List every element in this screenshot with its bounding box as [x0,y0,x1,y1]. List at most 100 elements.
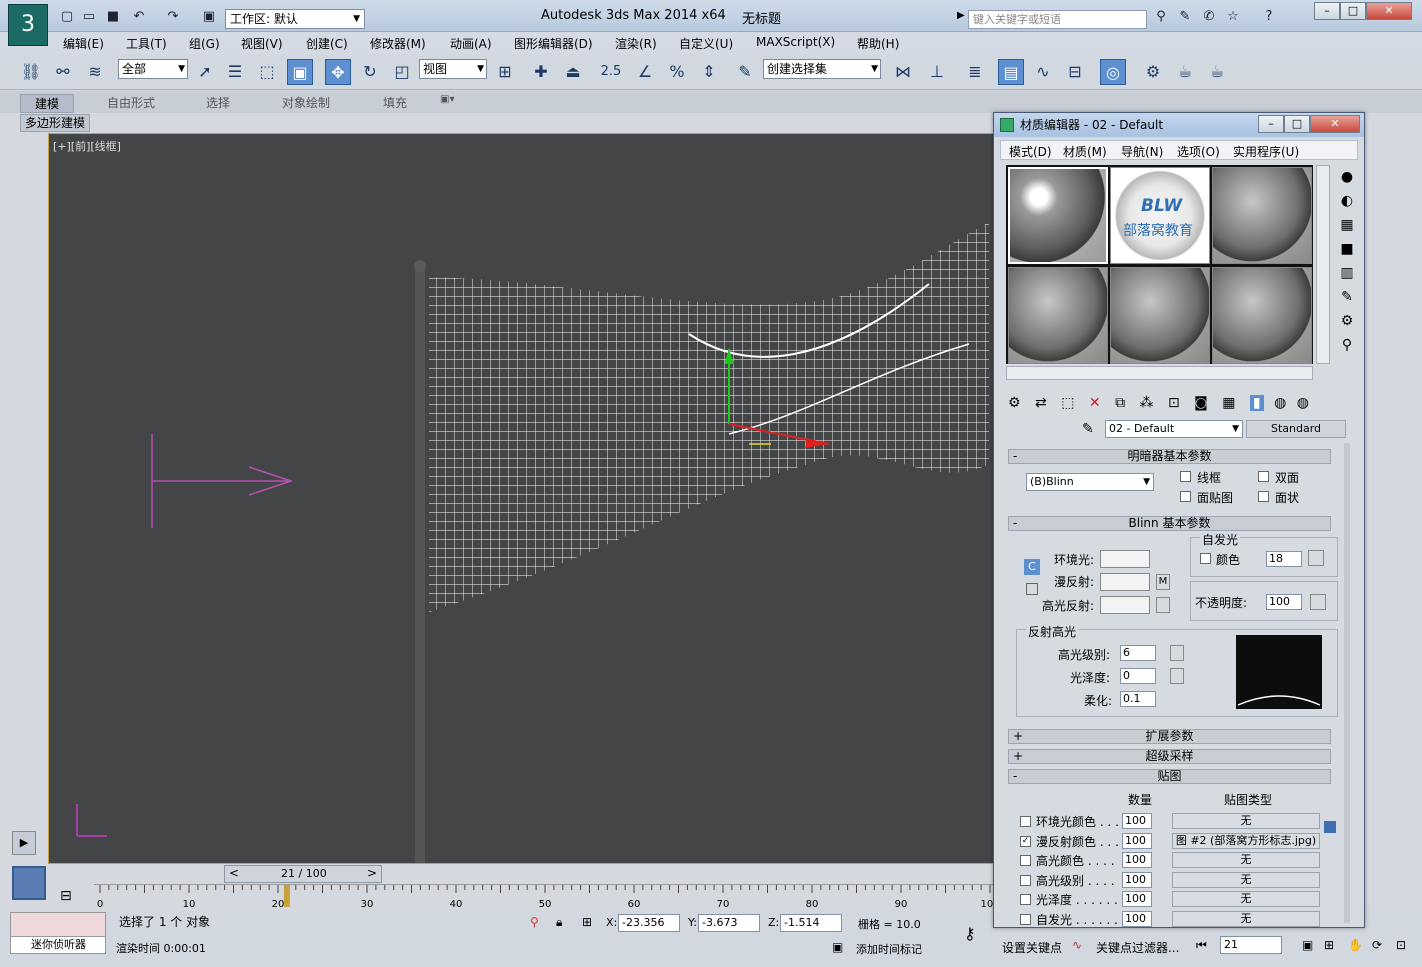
assign-to-selection-icon[interactable]: ⬚ [1061,395,1074,411]
tab-object-paint[interactable]: 对象绘制 [282,94,330,111]
menu-graph-editors[interactable]: 图形编辑器(D) [514,35,593,52]
close-button[interactable]: ✕ [1366,2,1412,20]
map-enable-checkbox[interactable]: ✓ [1020,835,1031,847]
menu-help[interactable]: 帮助(H) [857,35,899,52]
keyboard-shortcut-icon[interactable]: ⏏ [560,59,586,85]
selection-filter-dropdown[interactable]: 全部 ▼ [118,59,188,79]
menu-maxscript[interactable]: MAXScript(X) [756,35,835,49]
specular-map-button[interactable] [1156,597,1170,613]
new-file-icon[interactable]: ▢ [58,9,76,25]
link-icon[interactable]: ⛓ [18,59,44,85]
map-type-button[interactable]: 图 #2 (部落窝方形标志.jpg) [1172,832,1320,849]
ribbon-subtab[interactable]: 多边形建模 [20,114,91,132]
select-object-icon[interactable]: ➚ [192,59,218,85]
maps-rollout-header[interactable]: - 贴图 [1008,769,1331,784]
ribbon-options-icon[interactable]: ▣▾ [440,94,454,105]
front-viewport[interactable]: [+][前][线框] [48,133,998,864]
key-filters-button[interactable]: 关键点过滤器... [1096,939,1179,956]
subscription-icon[interactable]: ✎ [1176,9,1194,25]
mat-menu-options[interactable]: 选项(O) [1177,143,1220,160]
sample-slot-6[interactable] [1212,267,1312,364]
diffuse-map-button[interactable]: M [1156,574,1170,590]
isolate-icon[interactable]: ⚲ [530,915,539,929]
map-link-icon[interactable] [1324,821,1336,833]
sample-slot-1[interactable] [1008,167,1108,264]
add-time-tag[interactable]: 添加时间标记 [856,941,922,957]
menu-rendering[interactable]: 渲染(R) [615,35,657,52]
opacity-spinner[interactable]: 100 [1266,594,1302,610]
zoom-extents-icon[interactable]: ⊞ [1324,938,1334,952]
diffuse-color-swatch[interactable] [1100,573,1150,591]
map-amount-spinner[interactable]: 100 [1122,813,1152,829]
snaps-toggle-icon[interactable]: 2.5 [598,59,624,85]
map-enable-checkbox[interactable] [1020,913,1031,925]
layer-manager-icon[interactable]: ≣ [962,59,988,85]
time-tag-icon[interactable]: ▣ [832,940,843,954]
shader-dropdown[interactable]: (B)Blinn ▼ [1026,473,1154,491]
extended-rollout-header[interactable]: + 扩展参数 [1008,729,1331,744]
rect-selection-icon[interactable]: ⬚ [254,59,280,85]
search-input[interactable]: 键入关键字或短语 [968,10,1147,29]
menu-views[interactable]: 视图(V) [241,35,283,52]
tab-selection[interactable]: 选择 [206,94,230,111]
map-amount-spinner[interactable]: 100 [1122,871,1152,888]
menu-edit[interactable]: 编辑(E) [63,35,104,52]
maximize-button[interactable]: □ [1340,2,1366,20]
params-scrollbar[interactable] [1344,443,1350,923]
scene-explorer-icon[interactable]: ▤ [998,59,1024,85]
opacity-map-button[interactable] [1310,594,1326,610]
angle-snap-icon[interactable]: ∠ [632,59,658,85]
select-by-name-icon[interactable]: ☰ [222,59,248,85]
maxscript-mini-listener[interactable]: 迷你侦听器 [10,936,106,954]
glossiness-map-button[interactable] [1170,668,1184,684]
sample-type-icon[interactable]: ● [1334,165,1360,189]
rendered-frame-icon[interactable]: ☕ [1172,59,1198,85]
map-type-button[interactable]: 无 [1172,852,1320,868]
slots-hscroll[interactable] [1006,366,1313,380]
lock-icon[interactable]: 🔒︎ [556,915,562,930]
z-coord-field[interactable]: -1.514 [780,914,842,932]
align-icon[interactable]: ⊥ [924,59,950,85]
two-sided-checkbox[interactable] [1258,471,1269,482]
map-enable-checkbox[interactable] [1020,855,1031,866]
viewport-layout-button[interactable] [12,866,46,900]
absolute-mode-icon[interactable]: ⊞ [582,915,592,929]
set-key-button[interactable]: 设置关键点 [1002,939,1062,956]
menu-tools[interactable]: 工具(T) [126,35,167,52]
search-arrow-icon[interactable]: ▶ [957,10,965,21]
current-frame-field[interactable]: 21 [1220,936,1282,954]
uv-tiling-icon[interactable]: ■ [1334,237,1360,261]
mat-menu-material[interactable]: 材质(M) [1063,143,1107,160]
material-name-field[interactable]: 02 - Default ▼ [1105,420,1243,438]
specular-color-swatch[interactable] [1100,596,1150,614]
binoculars-icon[interactable]: ⚲ [1152,9,1170,25]
key-filter-icon[interactable]: ∿ [1072,938,1082,952]
select-rotate-icon[interactable]: ↻ [357,59,383,85]
options-icon[interactable]: ⚙ [1334,309,1360,333]
unlink-icon[interactable]: ⚯ [50,59,76,85]
app-logo-icon[interactable]: 3 [8,4,48,46]
save-file-icon[interactable]: ■ [104,9,122,25]
map-type-button[interactable]: 无 [1172,813,1320,829]
open-file-icon[interactable]: ▭ [80,9,98,25]
map-type-button[interactable]: 无 [1172,910,1320,927]
map-amount-spinner[interactable]: 100 [1122,910,1152,927]
pivot-center-icon[interactable]: ⊞ [492,59,518,85]
sample-slot-5[interactable] [1110,267,1210,364]
put-to-scene-icon[interactable]: ⇄ [1035,395,1047,411]
material-type-button[interactable]: Standard [1246,420,1346,438]
go-forward-sibling-icon[interactable]: ◍ [1297,395,1309,411]
prev-frame-icon[interactable]: < [229,866,239,880]
lock-ambient-diffuse-button[interactable]: C [1024,559,1040,575]
shader-rollout-header[interactable]: - 明暗器基本参数 [1008,449,1331,464]
copy-material-icon[interactable]: ⧉ [1115,395,1125,411]
menu-customize[interactable]: 自定义(U) [679,35,733,52]
backlight-icon[interactable]: ◐ [1334,189,1360,213]
map-amount-spinner[interactable]: 100 [1122,852,1152,868]
minimize-button[interactable]: – [1314,2,1340,20]
communication-icon[interactable]: ✆ [1200,9,1218,25]
map-enable-checkbox[interactable] [1020,816,1031,827]
lock-diffuse-specular-button[interactable] [1026,583,1038,595]
tab-modeling[interactable]: 建模 [20,94,75,113]
y-coord-field[interactable]: -3.673 [698,914,760,932]
